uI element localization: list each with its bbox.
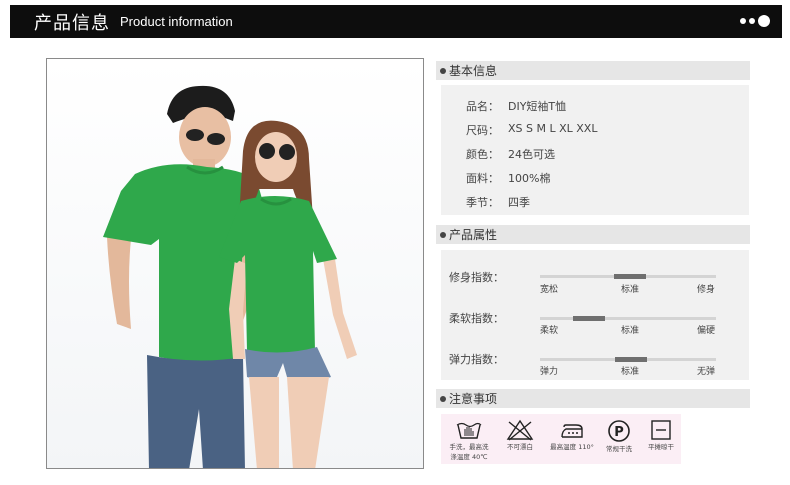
attributes-box: 修身指数： 宽松 标准 修身 柔软指数： 柔软 标准 偏硬 弹力指数： 弹力 标… <box>441 250 749 380</box>
basic-info-box: 品名： DIY短袖T恤 尺码： XS S M L XL XXL 颜色： 24色可… <box>441 85 749 215</box>
elasticity-tick-standard: 标准 <box>621 367 640 377</box>
product-photo <box>46 58 424 469</box>
hand-wash-icon: 手洗，最高洗 涤温度 40℃ <box>445 414 493 464</box>
bullet-icon <box>440 67 446 74</box>
elasticity-tick-none: 无弹 <box>697 367 716 377</box>
softness-tick-standard: 标准 <box>621 326 640 336</box>
fit-tick-slim: 修身 <box>697 285 716 295</box>
softness-index-meter <box>540 316 716 321</box>
header-dots-icon <box>740 15 770 27</box>
attributes-bar: 产品属性 <box>436 225 750 244</box>
bullet-icon <box>440 395 446 402</box>
flat-dry-icon: 平摊晾干 <box>641 414 681 464</box>
care-bar: 注意事项 <box>436 389 750 408</box>
care-title: 注意事项 <box>449 392 498 406</box>
elasticity-tick-stretch: 弹力 <box>540 367 559 377</box>
header-title-cn: 产品信息 <box>34 12 110 34</box>
fit-index-marker <box>614 274 646 279</box>
softness-tick-soft: 柔软 <box>540 326 559 336</box>
fit-tick-standard: 标准 <box>621 285 640 295</box>
elasticity-index-marker <box>615 357 647 362</box>
softness-index-label: 柔软指数： <box>449 312 504 325</box>
basic-info-title: 基本信息 <box>449 64 498 78</box>
info-row-color: 颜色： 24色可选 <box>466 148 555 161</box>
fit-index-label: 修身指数： <box>449 271 504 284</box>
info-row-season: 季节： 四季 <box>466 196 530 209</box>
dry-clean-p-icon: P 常规干洗 <box>601 414 637 464</box>
info-row-size: 尺码： XS S M L XL XXL <box>466 122 598 137</box>
fit-tick-loose: 宽松 <box>540 285 559 295</box>
elasticity-index-label: 弹力指数： <box>449 353 504 366</box>
fit-index-meter <box>540 274 716 279</box>
info-row-fabric: 面料： 100%棉 <box>466 172 551 185</box>
no-bleach-icon: 不可漂白 <box>497 414 543 464</box>
header-title-en: Product information <box>120 14 233 29</box>
iron-icon: 最高温度 110° <box>545 414 599 464</box>
softness-index-marker <box>573 316 605 321</box>
care-symbols: 手洗，最高洗 涤温度 40℃ 不可漂白 最高温度 110° P 常规干洗 平摊晾… <box>441 414 681 464</box>
info-row-name: 品名： DIY短袖T恤 <box>466 100 567 113</box>
svg-text:P: P <box>614 425 624 440</box>
basic-info-bar: 基本信息 <box>436 61 750 80</box>
attributes-title: 产品属性 <box>449 228 498 242</box>
elasticity-index-meter <box>540 357 716 362</box>
section-header: 产品信息 Product information <box>10 5 782 38</box>
bullet-icon <box>440 231 446 238</box>
models-illustration <box>103 85 357 468</box>
softness-tick-hard: 偏硬 <box>697 326 716 336</box>
